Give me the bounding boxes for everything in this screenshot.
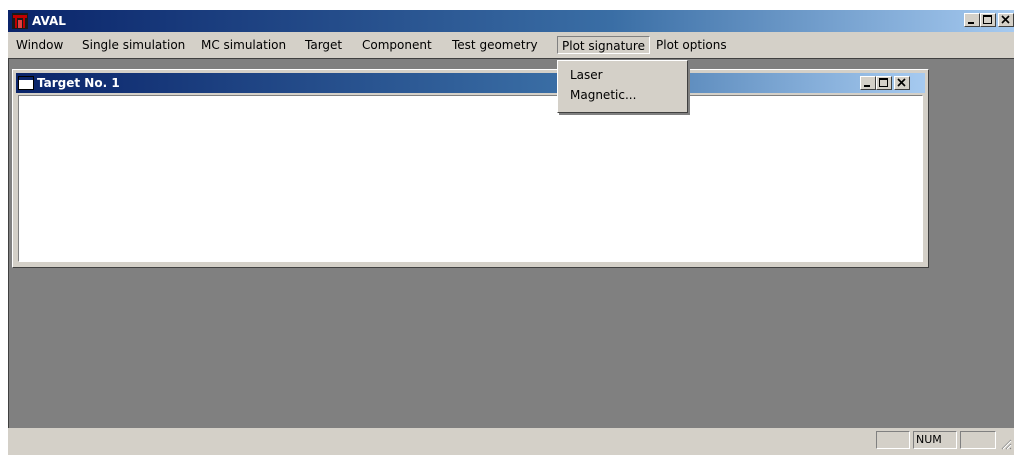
menu-test-geometry[interactable]: Test geometry	[452, 37, 538, 53]
status-panel-num: NUM	[913, 431, 957, 449]
menu-bar: Window Single simulation MC simulation T…	[8, 34, 1014, 56]
menu-mc-simulation[interactable]: MC simulation	[201, 37, 286, 53]
menu-single-simulation[interactable]: Single simulation	[82, 37, 185, 53]
menu-window[interactable]: Window	[16, 37, 63, 53]
app-title: AVAL	[32, 14, 66, 28]
close-icon[interactable]	[894, 76, 910, 90]
app-titlebar[interactable]: AVAL	[8, 10, 1014, 32]
minimize-icon[interactable]	[964, 13, 980, 27]
child-window-controls	[860, 76, 910, 90]
status-panel-3	[960, 431, 996, 449]
menu-target[interactable]: Target	[305, 37, 342, 53]
menu-item-laser[interactable]: Laser	[570, 67, 603, 83]
status-bar: NUM	[8, 428, 1014, 452]
aval-app-icon[interactable]	[12, 13, 28, 29]
app-window-controls	[964, 13, 1014, 27]
resize-grip-icon[interactable]	[1000, 438, 1012, 450]
child-content-area[interactable]	[18, 95, 923, 262]
menu-plot-signature[interactable]: Plot signature	[557, 36, 650, 54]
maximize-icon[interactable]	[980, 13, 996, 27]
menu-item-magnetic[interactable]: Magnetic...	[570, 87, 636, 103]
menu-plot-options[interactable]: Plot options	[656, 37, 727, 53]
plot-signature-dropdown: Laser Magnetic...	[557, 60, 688, 113]
child-window-target: Target No. 1	[12, 69, 929, 268]
close-icon[interactable]	[998, 13, 1014, 27]
child-titlebar[interactable]: Target No. 1	[16, 73, 925, 93]
maximize-icon[interactable]	[876, 76, 892, 90]
menu-component[interactable]: Component	[362, 37, 432, 53]
child-title: Target No. 1	[37, 76, 120, 90]
minimize-icon[interactable]	[860, 76, 876, 90]
status-panel-1	[876, 431, 910, 449]
document-window-icon[interactable]	[18, 76, 34, 90]
